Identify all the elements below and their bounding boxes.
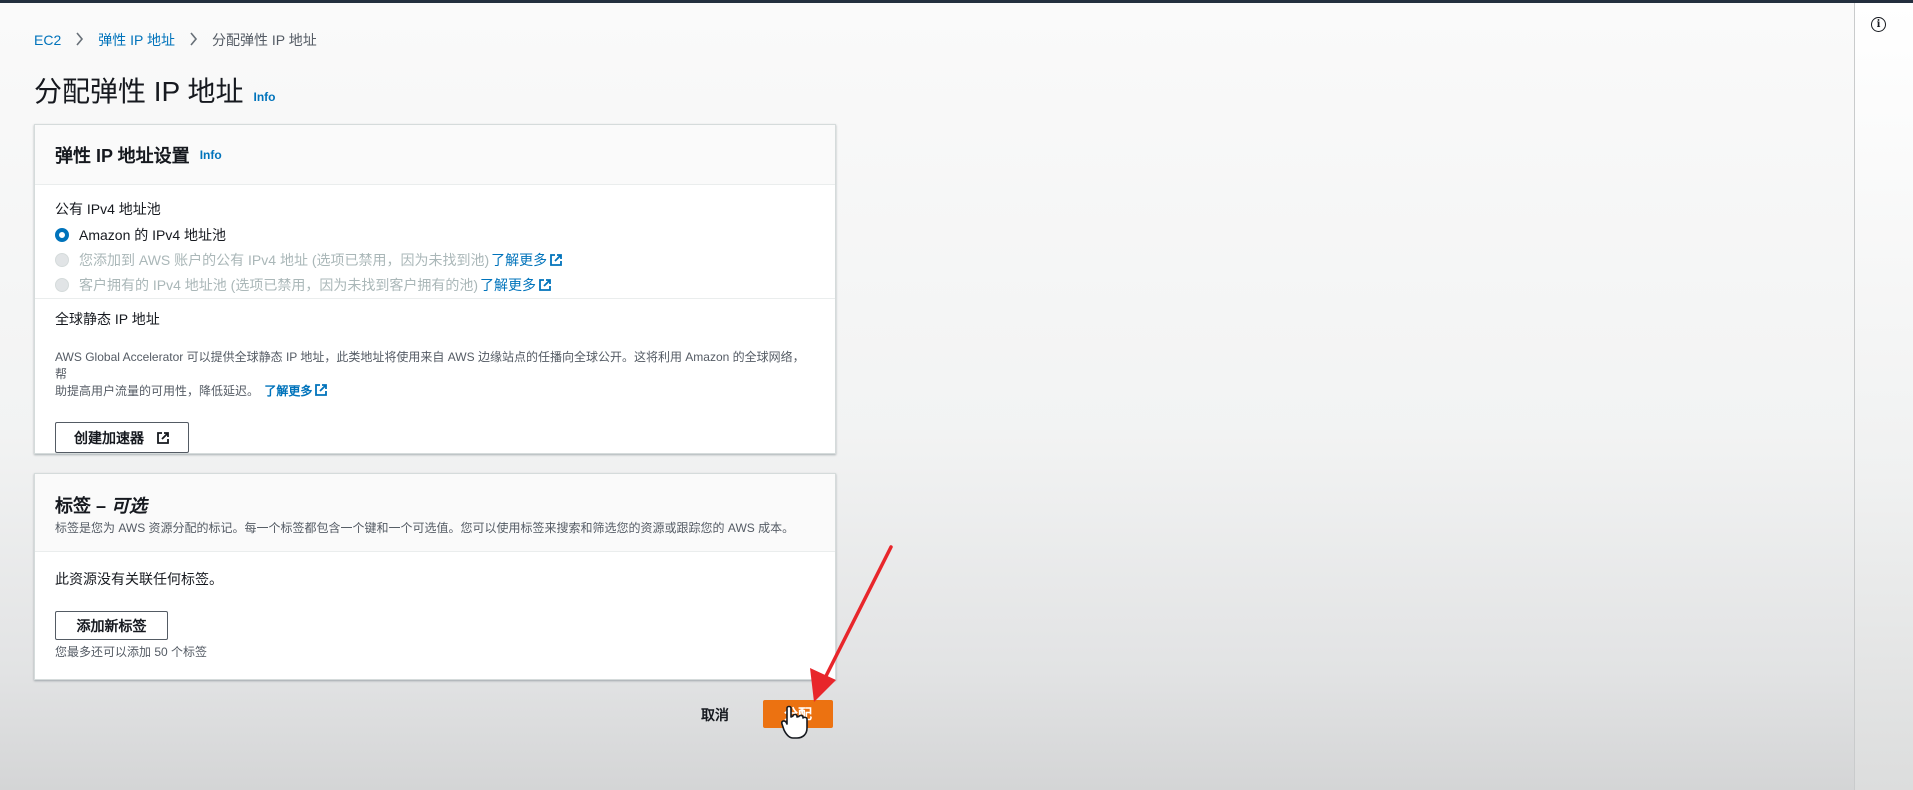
- radio-amazon-pool-label: Amazon 的 IPv4 地址池: [79, 226, 227, 243]
- breadcrumb-elastic-ip[interactable]: 弹性 IP 地址: [98, 30, 175, 50]
- add-new-tag-button[interactable]: 添加新标签: [55, 611, 168, 640]
- tags-panel-title: 标签 – 可选: [55, 496, 148, 516]
- radio-amazon-pool[interactable]: Amazon 的 IPv4 地址池: [55, 222, 815, 247]
- tags-limit-text: 您最多还可以添加 50 个标签: [55, 645, 208, 659]
- settings-panel-header: 弹性 IP 地址设置 Info: [35, 125, 835, 185]
- help-panel-rail: i: [1854, 3, 1913, 790]
- cancel-button[interactable]: 取消: [695, 702, 735, 728]
- settings-info-link[interactable]: Info: [200, 148, 222, 162]
- tags-panel: 标签 – 可选 标签是您为 AWS 资源分配的标记。每一个标签都包含一个键和一个…: [34, 473, 836, 680]
- info-circle-icon[interactable]: i: [1871, 17, 1886, 32]
- learn-more-link-accelerator[interactable]: 了解更多: [264, 384, 328, 398]
- ipv4-pool-label: 公有 IPv4 地址池: [55, 201, 161, 217]
- radio-selected-icon[interactable]: [55, 227, 69, 242]
- allocate-button[interactable]: 分配: [763, 700, 833, 728]
- radio-own-pool: 您添加到 AWS 账户的公有 IPv4 地址 (选项已禁用，因为未找到池) 了解…: [55, 247, 815, 272]
- breadcrumb: EC2 弹性 IP 地址 分配弹性 IP 地址: [34, 30, 317, 50]
- settings-panel-title: 弹性 IP 地址设置: [55, 145, 190, 166]
- page-title: 分配弹性 IP 地址: [34, 76, 244, 107]
- tags-panel-header: 标签 – 可选 标签是您为 AWS 资源分配的标记。每一个标签都包含一个键和一个…: [35, 474, 835, 552]
- radio-own-pool-label: 您添加到 AWS 账户的公有 IPv4 地址 (选项已禁用，因为未找到池): [79, 251, 490, 268]
- global-accelerator-description: AWS Global Accelerator 可以提供全球静态 IP 地址，此类…: [55, 350, 805, 398]
- radio-customer-pool: 客户拥有的 IPv4 地址池 (选项已禁用，因为未找到客户拥有的池) 了解更多: [55, 272, 815, 297]
- create-accelerator-button[interactable]: 创建加速器: [55, 422, 189, 453]
- external-link-icon: [157, 431, 169, 444]
- page-info-link[interactable]: Info: [254, 90, 276, 104]
- breadcrumb-ec2[interactable]: EC2: [34, 32, 61, 48]
- page-header: 分配弹性 IP 地址 Info: [34, 70, 276, 110]
- elastic-ip-settings-panel: 弹性 IP 地址设置 Info 公有 IPv4 地址池 Amazon 的 IPv…: [34, 124, 836, 454]
- radio-disabled-icon: [55, 252, 69, 267]
- breadcrumb-current: 分配弹性 IP 地址: [212, 32, 317, 48]
- external-link-icon: [550, 253, 563, 266]
- radio-customer-pool-label: 客户拥有的 IPv4 地址池 (选项已禁用，因为未找到客户拥有的池): [79, 276, 479, 293]
- learn-more-link-customer-pool[interactable]: 了解更多: [480, 275, 552, 295]
- top-bar: [0, 0, 1913, 3]
- radio-disabled-icon: [55, 277, 69, 292]
- chevron-right-icon: [75, 31, 84, 49]
- external-link-icon: [315, 384, 328, 396]
- chevron-right-icon: [189, 31, 198, 49]
- learn-more-link-own-pool[interactable]: 了解更多: [491, 250, 563, 270]
- no-tags-text: 此资源没有关联任何标签。: [55, 571, 223, 587]
- global-static-ip-label: 全球静态 IP 地址: [55, 311, 160, 327]
- external-link-icon: [539, 278, 551, 291]
- tags-description: 标签是您为 AWS 资源分配的标记。每一个标签都包含一个键和一个可选值。您可以使…: [55, 521, 795, 535]
